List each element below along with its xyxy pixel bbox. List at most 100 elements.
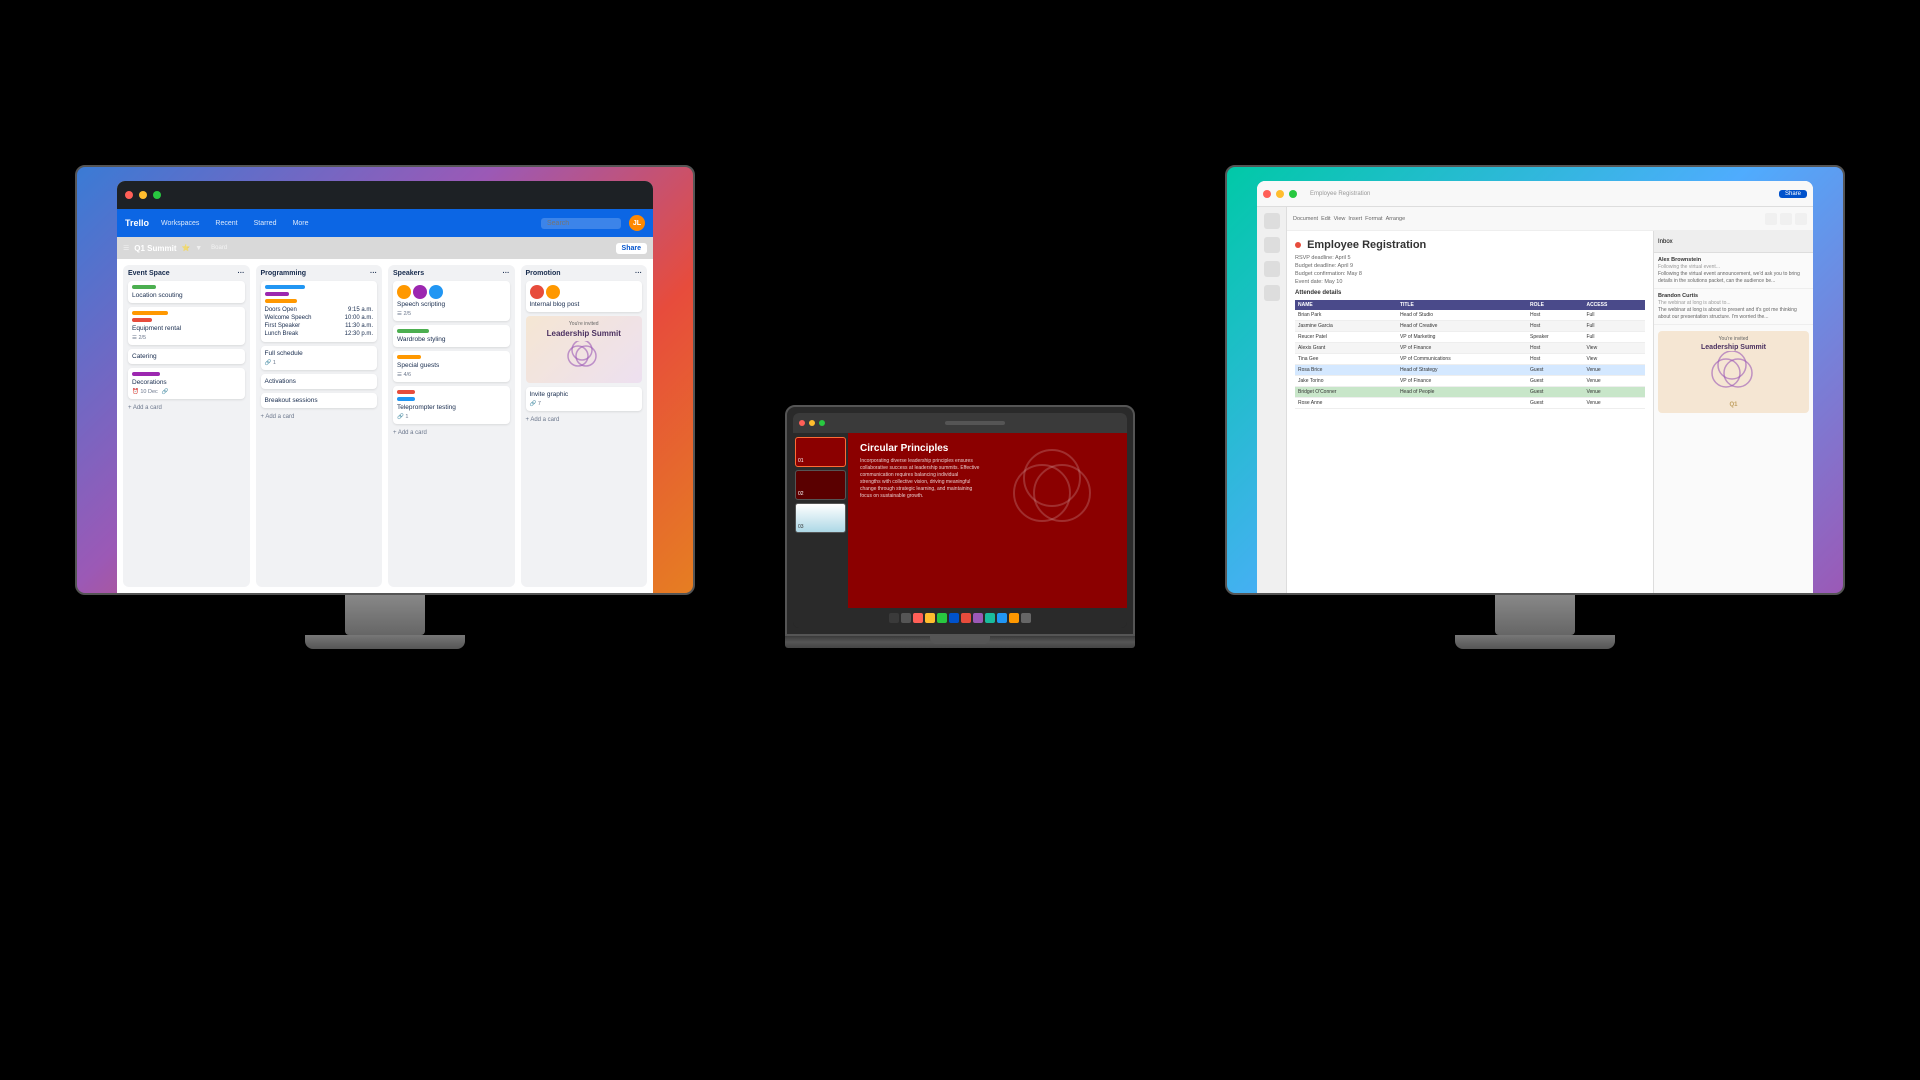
- chat-sender-name: Alex Brownstein: [1658, 257, 1809, 263]
- toolbar-app-icon[interactable]: [973, 613, 983, 623]
- list-item[interactable]: Special guests ☰ 4/6: [393, 351, 510, 382]
- chat-message[interactable]: Alex Brownstein Following the virtual ev…: [1654, 253, 1813, 289]
- sidebar-settings-icon[interactable]: [1264, 285, 1280, 301]
- close-icon[interactable]: [1263, 190, 1271, 198]
- title-dot-icon: [1295, 242, 1301, 248]
- close-icon[interactable]: [125, 191, 133, 199]
- leadership-circles-icon: [1704, 351, 1764, 396]
- toolbar-app-icon[interactable]: [985, 613, 995, 623]
- left-monitor: Trello Workspaces Recent Starred More JL…: [75, 165, 695, 655]
- laptop: 01 02 03 Circular Principles Incorporati…: [785, 405, 1135, 648]
- nav-starred[interactable]: Starred: [250, 218, 281, 229]
- board-bar: ☰ Q1 Summit ⭐ ▼ Board Share: [117, 237, 653, 259]
- laptop-screen-outer: 01 02 03 Circular Principles Incorporati…: [785, 405, 1135, 636]
- list-item[interactable]: Breakout sessions: [261, 393, 378, 408]
- nav-more[interactable]: More: [289, 218, 313, 229]
- table-row: Tina Gee VP of Communications Host View: [1295, 354, 1645, 365]
- toolbar-app-icon[interactable]: [889, 613, 899, 623]
- share-button[interactable]: Share: [1779, 190, 1807, 198]
- attendees-table: NAME TITLE ROLE ACCESS Brian Park: [1295, 300, 1645, 409]
- doc-content: Employee Registration RSVP deadline: Apr…: [1287, 231, 1653, 593]
- toolbar-app-icon[interactable]: [961, 613, 971, 623]
- list-item[interactable]: Decorations ⏰ 10 Dec🔗: [128, 368, 245, 399]
- maximize-icon[interactable]: [1289, 190, 1297, 198]
- toolbar-app-icon[interactable]: [997, 613, 1007, 623]
- column-header-speakers: Speakers ···: [393, 270, 510, 277]
- monitor-stand: [345, 595, 425, 635]
- toolbar-app-icon[interactable]: [901, 613, 911, 623]
- leadership-summit-title: Leadership Summit: [531, 329, 638, 339]
- minimize-icon[interactable]: [809, 420, 815, 426]
- doc-meta-event: Event date: May 10: [1295, 279, 1645, 285]
- nav-recent[interactable]: Recent: [211, 218, 241, 229]
- doc-main: Document Edit View Insert Format Arrange: [1287, 207, 1813, 593]
- slide-thumbnail[interactable]: 01: [795, 437, 846, 467]
- close-icon[interactable]: [799, 420, 805, 426]
- doc-filename: Employee Registration: [1310, 191, 1370, 197]
- table-row: Brian Park Head of Studio Host Full: [1295, 310, 1645, 321]
- nav-workspaces[interactable]: Workspaces: [157, 218, 203, 229]
- toolbar-app-icon[interactable]: [949, 613, 959, 623]
- toolbar-icon[interactable]: [1795, 213, 1807, 225]
- toolbar-app-icon[interactable]: [1021, 613, 1031, 623]
- maximize-icon[interactable]: [819, 420, 825, 426]
- col-title: TITLE: [1397, 300, 1527, 310]
- minimize-icon[interactable]: [1276, 190, 1284, 198]
- list-item[interactable]: Internal blog post: [526, 281, 643, 312]
- chat-panel-header: Inbox: [1654, 231, 1813, 253]
- ls-card-title: Leadership Summit: [1663, 344, 1804, 351]
- list-item[interactable]: Equipment rental ☰ 2/5: [128, 307, 245, 345]
- chat-message-text: Following the virtual event announcement…: [1658, 271, 1809, 284]
- toolbar-icon[interactable]: [1765, 213, 1777, 225]
- list-item[interactable]: Catering: [128, 349, 245, 364]
- search-input[interactable]: [541, 218, 621, 229]
- toolbar-icon[interactable]: [1780, 213, 1792, 225]
- attendees-section-header: Attendee details: [1295, 290, 1645, 296]
- slide-thumbnail[interactable]: 03: [795, 503, 846, 533]
- left-monitor-screen: Trello Workspaces Recent Starred More JL…: [75, 165, 695, 595]
- right-monitor: Employee Registration Share Document Edi…: [1225, 165, 1845, 655]
- sidebar-comments-icon[interactable]: [1264, 261, 1280, 277]
- add-card-button[interactable]: + Add a card: [526, 415, 643, 425]
- sidebar-pages-icon[interactable]: [1264, 237, 1280, 253]
- trello-navbar: Trello Workspaces Recent Starred More JL: [117, 209, 653, 237]
- doc-meta-confirm: Budget confirmation: May 8: [1295, 271, 1645, 277]
- toolbar-app-icon[interactable]: [925, 613, 935, 623]
- trello-titlebar: [117, 181, 653, 209]
- col-name: NAME: [1295, 300, 1397, 310]
- list-item[interactable]: Full schedule 🔗 1: [261, 346, 378, 370]
- list-item[interactable]: Invite graphic 🔗 7: [526, 387, 643, 411]
- chat-message[interactable]: Brandon Curtis The webinar at long is ab…: [1654, 289, 1813, 325]
- list-item[interactable]: Doors Open9:15 a.m. Welcome Speech10:00 …: [261, 281, 378, 342]
- board-view[interactable]: Board: [211, 245, 227, 251]
- column-header-programming: Programming ···: [261, 270, 378, 277]
- slide-thumbnail[interactable]: 02: [795, 470, 846, 500]
- list-item[interactable]: Activations: [261, 374, 378, 389]
- share-button[interactable]: Share: [616, 243, 647, 254]
- list-item[interactable]: Speech scripting ☰ 2/5: [393, 281, 510, 321]
- add-card-button[interactable]: + Add a card: [128, 403, 245, 413]
- toolbar-app-icon[interactable]: [1009, 613, 1019, 623]
- programming-column: Programming ··· Doors Open9:15 a.m. Welc…: [256, 265, 383, 587]
- doc-meta-rsvp: RSVP deadline: April 5: [1295, 255, 1645, 261]
- toolbar-app-icon[interactable]: [913, 613, 923, 623]
- event-space-column: Event Space ··· Location scouting Equipm…: [123, 265, 250, 587]
- leadership-summit-card[interactable]: You're invited Leadership Summit: [526, 316, 643, 383]
- list-item[interactable]: Location scouting: [128, 281, 245, 303]
- slide-body: Incorporating diverse leadership princip…: [860, 458, 980, 500]
- add-card-button[interactable]: + Add a card: [393, 428, 510, 438]
- leadership-circles-icon: [531, 341, 638, 376]
- list-item[interactable]: Teleprompter testing 🔗 1: [393, 386, 510, 424]
- col-access: ACCESS: [1583, 300, 1645, 310]
- maximize-icon[interactable]: [153, 191, 161, 199]
- board-title: Q1 Summit: [134, 244, 176, 253]
- table-row: Reucer Patel VP of Marketing Speaker Ful…: [1295, 332, 1645, 343]
- slides-panel: 01 02 03: [793, 433, 848, 608]
- sidebar-home-icon[interactable]: [1264, 213, 1280, 229]
- minimize-icon[interactable]: [139, 191, 147, 199]
- toolbar-app-icon[interactable]: [937, 613, 947, 623]
- table-row: Jake Torino VP of Finance Guest Venue: [1295, 376, 1645, 387]
- list-item[interactable]: Wardrobe styling: [393, 325, 510, 347]
- add-card-button[interactable]: + Add a card: [261, 412, 378, 422]
- leadership-summit-card-right[interactable]: You're invited Leadership Summit Q1: [1658, 331, 1809, 413]
